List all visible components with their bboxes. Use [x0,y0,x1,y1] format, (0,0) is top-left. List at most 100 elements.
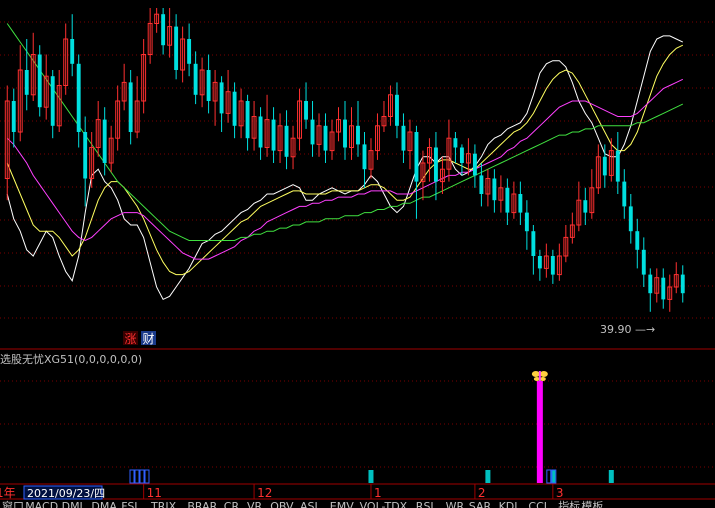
indicator-bars [129,371,614,484]
candle-body [505,187,510,213]
candle-body [50,76,55,126]
candle-body [24,70,29,95]
candle-body [70,39,75,64]
candle-body [187,39,192,64]
candle-body [615,150,620,182]
badge-label: 财 [143,332,155,346]
candle-body [453,138,458,148]
candle-body [395,94,399,126]
indicator-title: 选股无忧XG51(0,0,0,0,0,0) [0,352,142,366]
tab-item[interactable]: VR [247,500,263,508]
hollow-signal-bar [134,469,140,484]
hollow-signal-bar [129,469,135,484]
ma-line [6,44,684,276]
min-price-label: 39.90 —→ [600,323,655,336]
candle-body [323,125,328,151]
month-label: 11 [147,486,162,500]
candle-body [83,132,88,179]
candle-body [37,54,42,108]
candle-body [414,132,419,182]
tab-item[interactable]: MACD [25,500,58,508]
candle-body [128,82,133,132]
tab-item[interactable]: VOL-TDX [360,500,408,508]
candle-body [433,147,438,182]
price-grid [0,21,715,500]
candle-body [102,119,107,163]
candle-body [550,256,555,275]
signal-bar [608,470,614,483]
tall-signal-bar [536,381,543,483]
candle-body [161,14,166,46]
hollow-signal-bar [139,469,145,484]
stock-chart[interactable]: 涨财 39.90 —→ 选股无忧XG51(0,0,0,0,0,0) 1年 2021… [0,0,715,508]
tab-item[interactable]: BRAR [187,500,217,508]
candle-body [531,231,536,256]
candle-body [537,256,542,269]
candle-body [245,101,250,139]
tab-item[interactable]: TRIX [150,500,177,508]
indicator-tab-bar[interactable]: 窗口 MACD DMI DMA FSL TRIX BRAR CR VR OBV ASI EMV VOL-… [2,499,603,508]
tab-item[interactable]: EMV [330,500,354,508]
candle-body [622,181,627,207]
tab-item[interactable]: KDJ [499,500,518,508]
candle-body [232,91,237,126]
time-axis: 1年2021/09/23/四1112123 [0,484,563,500]
tab-item[interactable]: ASI [300,500,318,508]
candle-body [304,101,308,120]
candle-body [472,153,477,176]
moving-average-lines [6,23,684,301]
candle-body [362,144,367,170]
candle-body [271,119,276,151]
candle-body [174,26,179,71]
candle-body [459,147,464,163]
candle-body [635,231,640,250]
candle-body [524,212,529,232]
tab-item[interactable]: RSI [416,500,434,508]
tab-item[interactable]: OBV [270,500,294,508]
candle-body [343,119,347,148]
tab-item[interactable]: DMA [91,500,117,508]
month-label: 12 [257,486,272,500]
tab-item[interactable]: FSL [121,500,141,508]
month-label: 1 [374,486,382,500]
candle-body [648,274,653,294]
signal-bar [368,470,374,483]
tab-item[interactable]: 模板 [581,499,603,508]
candle-body [602,156,607,176]
badge-label: 涨 [125,331,137,346]
candle-body [219,82,224,114]
info-badges[interactable]: 涨财 [123,331,156,346]
hollow-signal-bar [144,469,150,484]
candlesticks[interactable] [4,8,685,312]
candle-body [284,125,289,157]
candle-body [628,206,633,232]
candle-body [661,277,666,300]
butterfly-icon [539,371,548,377]
candle-body [518,194,523,213]
butterfly-icon [531,371,540,377]
tab-item[interactable]: CCI [528,500,547,508]
candle-body [356,125,360,145]
candle-body [479,175,484,194]
tab-item[interactable]: 指标 [558,499,580,508]
hollow-signal-bar [546,469,552,484]
selected-date: 2021/09/23/四 [27,487,105,500]
candle-body [258,116,263,148]
candle-body [11,101,16,132]
tab-item[interactable]: 窗口 [2,499,24,508]
candle-body [401,125,406,151]
axis-partial-label: 1年 [0,486,16,500]
tab-item[interactable]: CR [224,500,240,508]
candle-body [206,70,211,101]
candle-body [583,200,588,213]
candle-body [641,249,646,275]
tab-item[interactable]: DMI [62,500,83,508]
candle-body [310,119,315,145]
candle-body [76,63,81,132]
candle-body [680,274,685,294]
tab-item[interactable]: SAR [469,500,492,508]
signal-bar [485,470,491,483]
month-label: 2 [478,486,486,500]
tab-item[interactable]: WR [446,500,465,508]
month-label: 3 [556,486,564,500]
